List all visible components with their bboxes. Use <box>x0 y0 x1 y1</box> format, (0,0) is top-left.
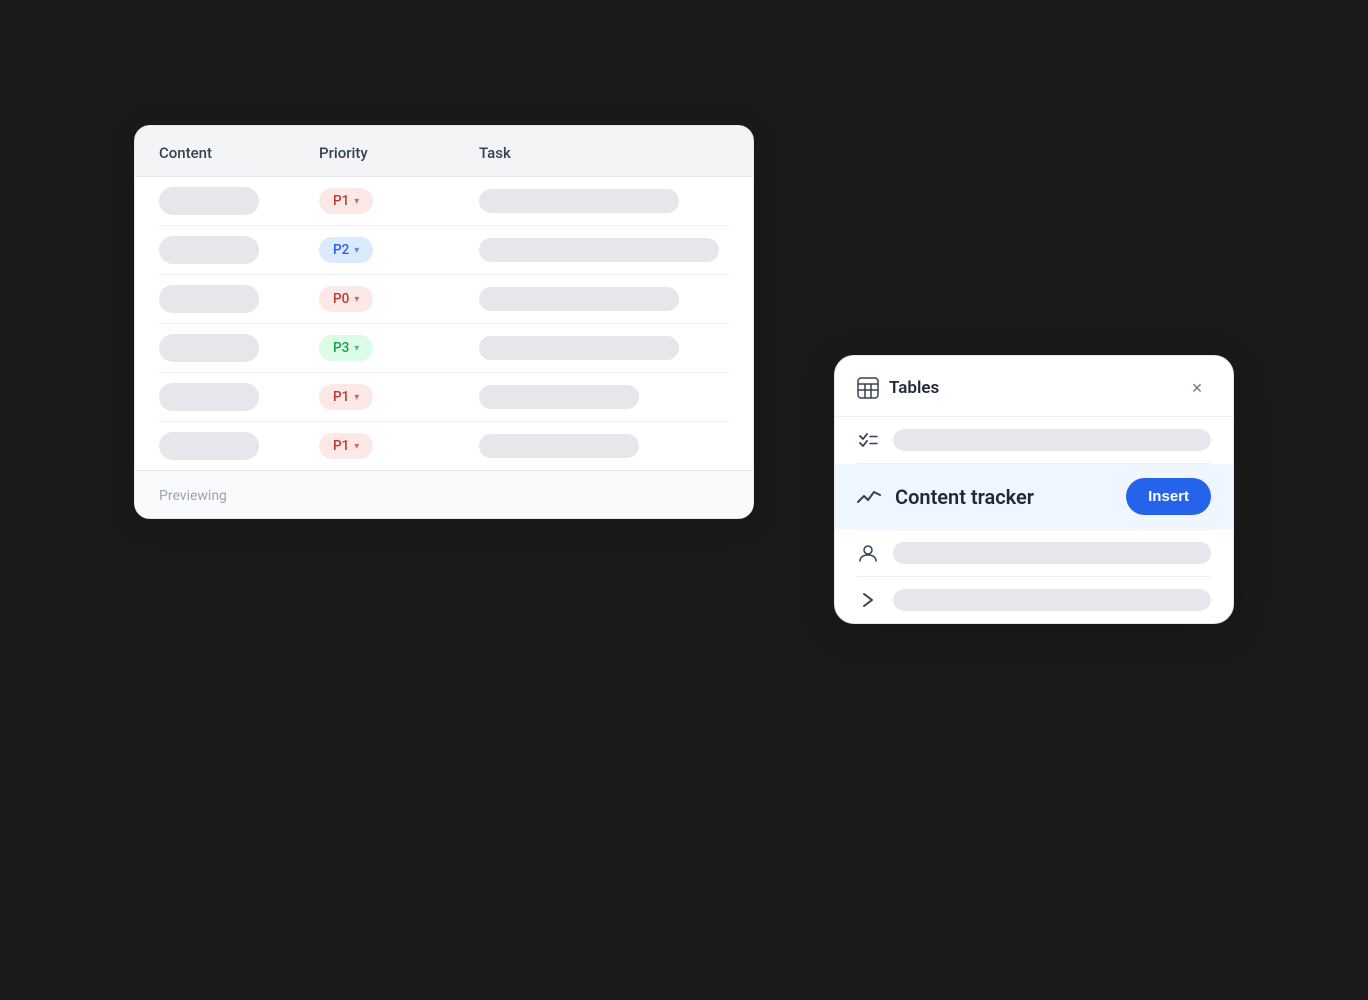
col-header-priority: Priority <box>319 126 479 176</box>
table-footer: Previewing <box>135 470 753 518</box>
insert-button[interactable]: Insert <box>1126 478 1211 515</box>
table-body: P1 ▾ P2 ▾ P0 ▾ <box>135 177 753 470</box>
trending-icon <box>857 485 881 509</box>
priority-badge-p0[interactable]: P0 ▾ <box>319 286 373 312</box>
task-cell-3 <box>479 287 679 311</box>
chevron-down-icon: ▾ <box>354 294 359 305</box>
content-cell-3 <box>159 285 259 313</box>
task-cell-1 <box>479 189 679 213</box>
table-row: P0 ▾ <box>159 275 729 324</box>
popup-panel: Tables × Content <box>834 355 1234 624</box>
popup-title-group: Tables <box>857 377 939 399</box>
table-row: P2 ▾ <box>159 226 729 275</box>
content-cell-2 <box>159 236 259 264</box>
priority-badge-p3[interactable]: P3 ▾ <box>319 335 373 361</box>
task-cell-5 <box>479 385 639 409</box>
chevron-right-icon <box>857 589 879 611</box>
more-item-label <box>893 589 1211 611</box>
popup-item-person[interactable] <box>835 530 1233 576</box>
close-button[interactable]: × <box>1183 374 1211 402</box>
popup-item-content-tracker[interactable]: Content tracker Insert <box>835 464 1233 529</box>
popup-item-more[interactable] <box>835 577 1233 623</box>
task-cell-2 <box>479 238 719 262</box>
person-icon <box>857 542 879 564</box>
chevron-down-icon: ▾ <box>354 392 359 403</box>
task-cell-6 <box>479 434 639 458</box>
chevron-down-icon: ▾ <box>354 196 359 207</box>
previewing-label: Previewing <box>159 488 227 504</box>
person-item-label <box>893 542 1211 564</box>
col-header-task: Task <box>479 126 729 176</box>
table-row: P3 ▾ <box>159 324 729 373</box>
content-cell-6 <box>159 432 259 460</box>
content-cell-5 <box>159 383 259 411</box>
checklist-item-label <box>893 429 1211 451</box>
tables-icon <box>857 377 879 399</box>
content-cell-4 <box>159 334 259 362</box>
task-cell-4 <box>479 336 679 360</box>
table-header: Content Priority Task <box>135 126 753 177</box>
content-tracker-label: Content tracker <box>895 485 1112 509</box>
checklist-icon <box>857 429 879 451</box>
chevron-down-icon: ▾ <box>354 343 359 354</box>
priority-badge-p1-1[interactable]: P1 ▾ <box>319 188 373 214</box>
col-header-content: Content <box>159 126 319 176</box>
table-row: P1 ▾ <box>159 422 729 470</box>
priority-badge-p1-2[interactable]: P1 ▾ <box>319 384 373 410</box>
table-row: P1 ▾ <box>159 373 729 422</box>
popup-header: Tables × <box>835 356 1233 417</box>
chevron-down-icon: ▾ <box>354 441 359 452</box>
chevron-down-icon: ▾ <box>354 245 359 256</box>
popup-item-checklist[interactable] <box>835 417 1233 463</box>
priority-badge-p2[interactable]: P2 ▾ <box>319 237 373 263</box>
table-row: P1 ▾ <box>159 177 729 226</box>
priority-badge-p1-3[interactable]: P1 ▾ <box>319 433 373 459</box>
table-panel: Content Priority Task P1 ▾ P2 <box>134 125 754 519</box>
popup-title: Tables <box>889 378 939 398</box>
content-cell-1 <box>159 187 259 215</box>
